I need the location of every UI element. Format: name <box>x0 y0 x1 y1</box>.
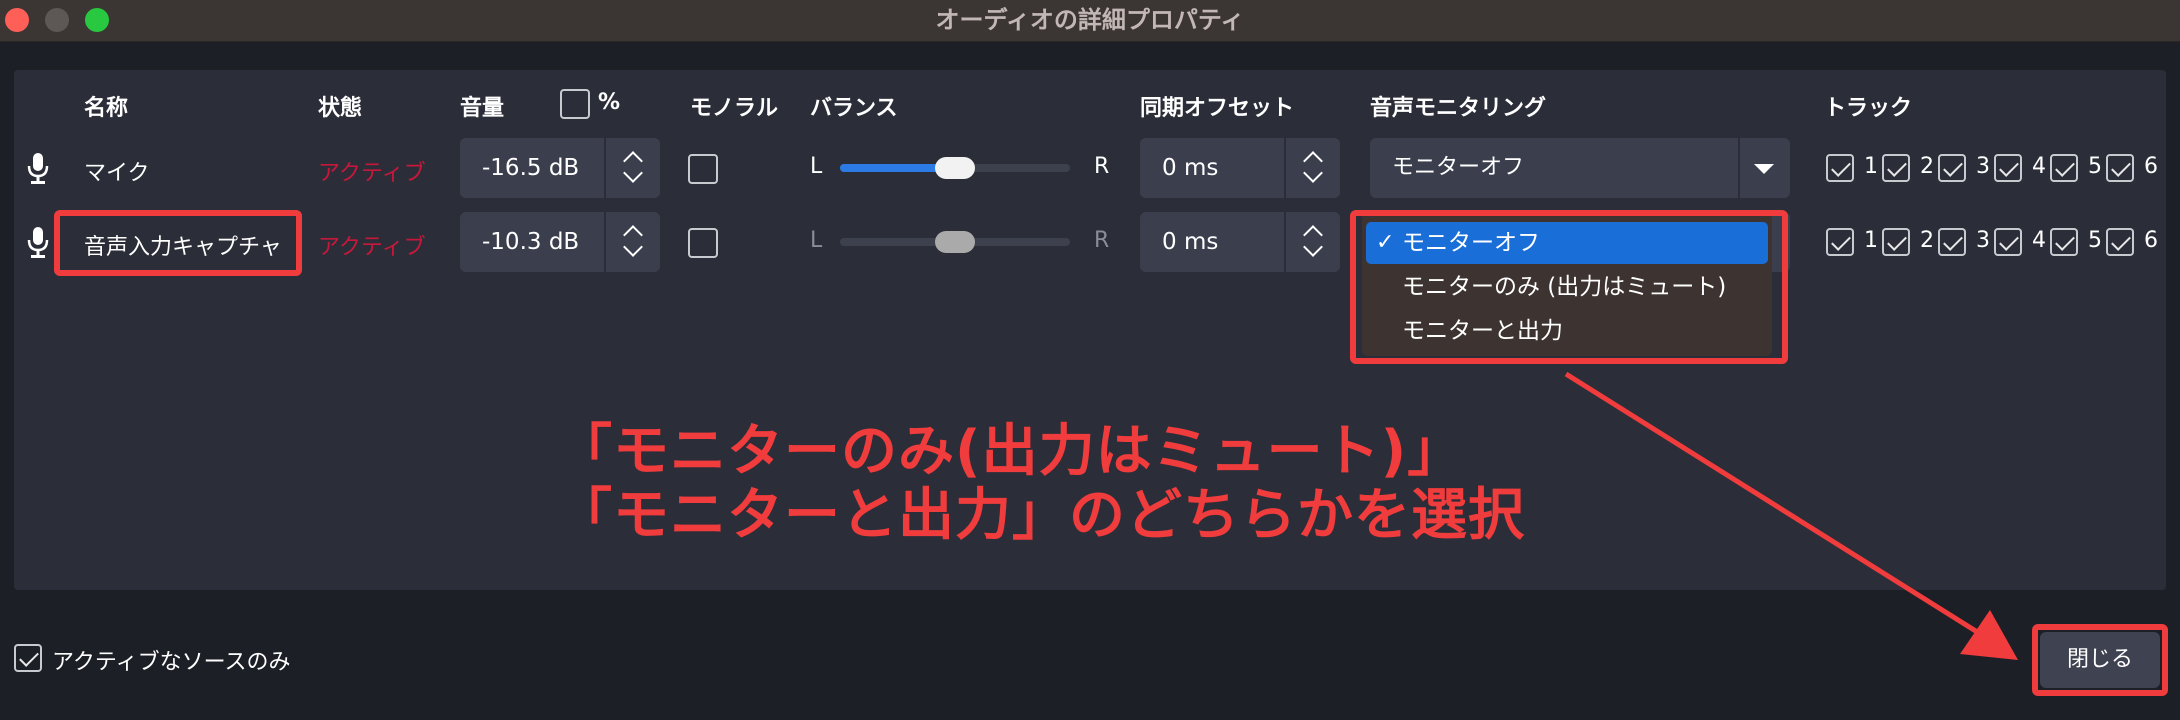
source-name-mic: マイク <box>84 161 150 186</box>
title-bar: オーディオの詳細プロパティ <box>0 0 2180 42</box>
sync-offset-value: 0 ms <box>1162 229 1219 255</box>
spinbox-divider <box>1284 138 1286 198</box>
track-2-checkbox[interactable] <box>1882 228 1910 256</box>
track-5-label: 5 <box>2088 154 2102 179</box>
track-1-checkbox[interactable] <box>1826 154 1854 182</box>
percent-checkbox[interactable] <box>560 89 590 119</box>
highlight-box-source-name <box>54 210 302 276</box>
track-2-label: 2 <box>1920 154 1934 179</box>
sync-offset-value: 0 ms <box>1162 155 1219 181</box>
decrement-arrow-icon[interactable] <box>1303 237 1323 257</box>
balance-right-label: R <box>1094 154 1110 179</box>
sync-offset-spinbox[interactable]: 0 ms <box>1140 212 1340 272</box>
sync-offset-spinbox[interactable]: 0 ms <box>1140 138 1340 198</box>
header-balance: バランス <box>810 96 898 121</box>
track-3-checkbox[interactable] <box>1938 228 1966 256</box>
track-5-label: 5 <box>2088 228 2102 253</box>
decrement-arrow-icon[interactable] <box>623 237 643 257</box>
monitoring-select[interactable]: モニターオフ <box>1370 138 1790 198</box>
header-volume: 音量 <box>460 96 505 121</box>
active-sources-only-label: アクティブなソースのみ <box>52 650 291 675</box>
track-5-checkbox[interactable] <box>2050 154 2078 182</box>
spinbox-divider <box>604 138 606 198</box>
balance-left-label: L <box>810 228 823 253</box>
spinbox-divider <box>1284 212 1286 272</box>
chevron-down-icon[interactable] <box>1754 164 1774 174</box>
microphone-icon <box>27 227 49 258</box>
track-3-checkbox[interactable] <box>1938 154 1966 182</box>
volume-value: -16.5 dB <box>482 155 580 181</box>
state-label: アクティブ <box>318 235 426 260</box>
track-6-checkbox[interactable] <box>2106 154 2134 182</box>
decrement-arrow-icon[interactable] <box>1303 163 1323 183</box>
volume-value: -10.3 dB <box>482 229 580 255</box>
header-state: 状態 <box>318 96 363 121</box>
state-label: アクティブ <box>318 161 426 186</box>
track-1-label: 1 <box>1864 228 1878 253</box>
track-6-checkbox[interactable] <box>2106 228 2134 256</box>
monitoring-value: モニターオフ <box>1392 155 1525 180</box>
track-6-label: 6 <box>2144 228 2158 253</box>
header-tracks: トラック <box>1824 96 1913 121</box>
annotation-line-2: 「モニターと出力」のどちらかを選択 <box>556 483 1525 548</box>
header-name: 名称 <box>84 96 129 121</box>
track-4-label: 4 <box>2032 154 2046 179</box>
track-4-label: 4 <box>2032 228 2046 253</box>
track-4-checkbox[interactable] <box>1994 228 2022 256</box>
header-monitoring: 音声モニタリング <box>1370 96 1547 121</box>
decrement-arrow-icon[interactable] <box>623 163 643 183</box>
header-percent: % <box>598 90 621 115</box>
balance-slider-handle[interactable] <box>935 157 975 179</box>
header-sync-offset: 同期オフセット <box>1140 96 1295 121</box>
track-5-checkbox[interactable] <box>2050 228 2078 256</box>
header-mono: モノラル <box>690 96 779 121</box>
track-2-label: 2 <box>1920 228 1934 253</box>
select-divider <box>1738 138 1740 198</box>
balance-slider-handle[interactable] <box>935 231 975 253</box>
close-button[interactable]: 閉じる <box>2040 632 2160 688</box>
track-4-checkbox[interactable] <box>1994 154 2022 182</box>
microphone-icon <box>27 153 49 184</box>
balance-right-label: R <box>1094 228 1110 253</box>
track-2-checkbox[interactable] <box>1882 154 1910 182</box>
mono-checkbox[interactable] <box>688 154 718 184</box>
volume-spinbox[interactable]: -16.5 dB <box>460 138 660 198</box>
track-1-label: 1 <box>1864 154 1878 179</box>
window-title: オーディオの詳細プロパティ <box>935 6 1245 34</box>
highlight-box-dropdown <box>1350 210 1788 364</box>
track-6-label: 6 <box>2144 154 2158 179</box>
active-sources-only-checkbox[interactable] <box>14 644 42 672</box>
track-3-label: 3 <box>1976 228 1990 253</box>
track-1-checkbox[interactable] <box>1826 228 1854 256</box>
mono-checkbox[interactable] <box>688 228 718 258</box>
balance-left-label: L <box>810 154 823 179</box>
track-3-label: 3 <box>1976 154 1990 179</box>
spinbox-divider <box>604 212 606 272</box>
volume-spinbox[interactable]: -10.3 dB <box>460 212 660 272</box>
